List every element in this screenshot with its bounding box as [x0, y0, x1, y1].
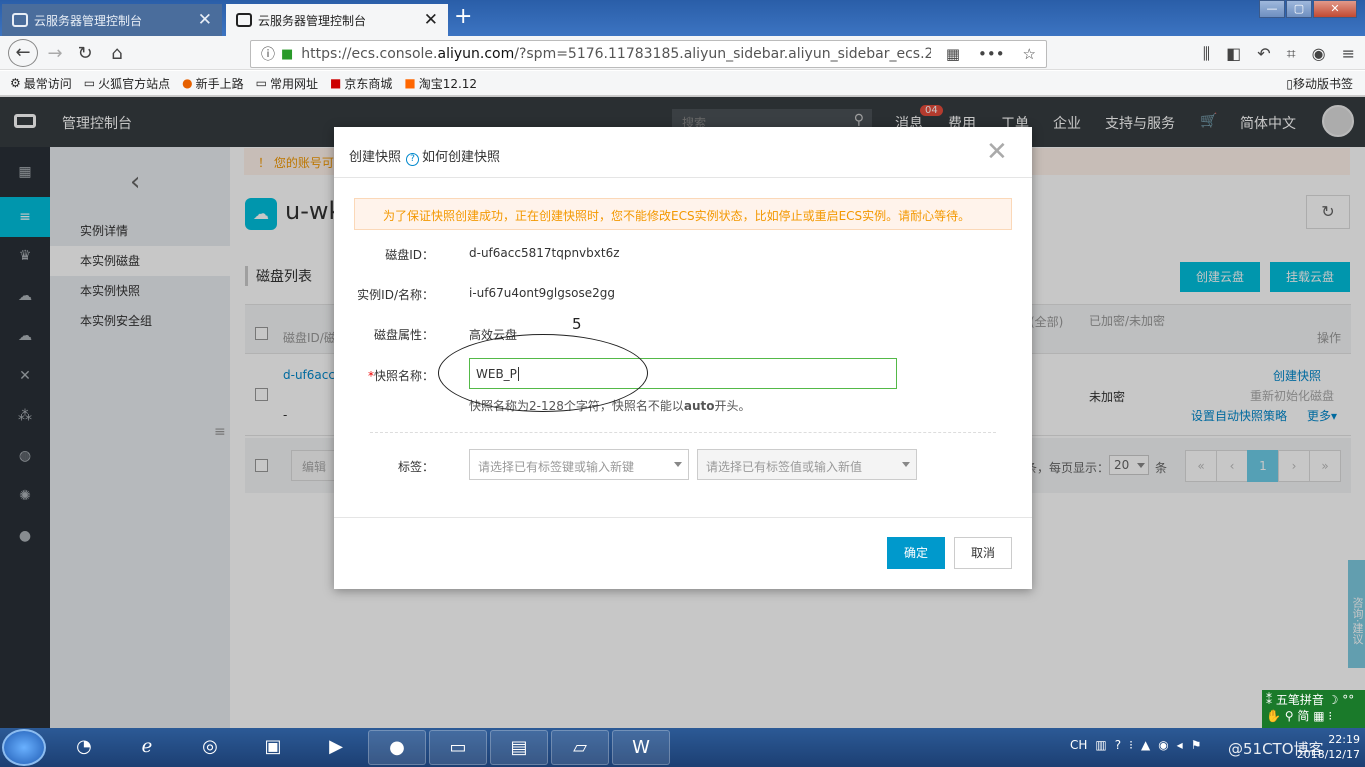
disk-id-value: d-uf6acc5817tqpnvbxt6z [469, 246, 620, 260]
moon-icon: ☽ °° [1323, 693, 1355, 707]
chat-icon[interactable]: ◉ [1312, 44, 1326, 64]
firefox-icon: ● [182, 76, 193, 90]
explorer-folder-icon[interactable]: ▭ [429, 730, 487, 765]
bookmark-item[interactable]: ■ 京东商城 [330, 75, 392, 92]
ime-toggle-icon: ⁑ [1266, 693, 1276, 707]
bookmark-star-icon[interactable]: ☆ [1023, 45, 1036, 63]
new-tab-icon[interactable]: + [454, 4, 472, 29]
gear-icon: ⚙ [10, 76, 21, 90]
crop-icon[interactable]: ⌗ [1287, 44, 1296, 64]
bookmark-item[interactable]: ■ 淘宝12.12 [404, 75, 477, 92]
bookmark-item[interactable]: ▭ 火狐官方站点 [84, 75, 170, 92]
system-tray: CH ▥ ? ⁝ ▲ ◉ ◂ ⚑ [1070, 738, 1201, 752]
chevron-down-icon [674, 462, 682, 467]
tag-value-select[interactable]: 请选择已有标签值或输入新值 [697, 449, 917, 480]
hand-icon: ✋ ⚲ [1266, 709, 1298, 723]
close-tab-icon[interactable]: ✕ [198, 10, 212, 30]
ime-tray-icon[interactable]: ▥ [1095, 738, 1106, 752]
lock-icon: ■ [281, 46, 294, 62]
qr-code-icon[interactable]: ▦ [946, 45, 960, 63]
page-actions-icon[interactable]: ••• [978, 45, 1005, 63]
folder-icon: ▭ [255, 76, 267, 90]
confirm-button[interactable]: 确定 [887, 537, 945, 569]
home-icon[interactable]: ⌂ [104, 42, 130, 66]
word-icon[interactable]: W [612, 730, 670, 765]
help-tray-icon[interactable]: ? [1115, 738, 1121, 752]
sidebar-icon[interactable]: ◧ [1226, 44, 1241, 64]
phone-icon: ▯ [1286, 77, 1293, 91]
close-tab-icon[interactable]: ✕ [424, 10, 438, 30]
minimize-icon[interactable]: — [1259, 0, 1285, 18]
notepad-icon[interactable]: ▱ [551, 730, 609, 765]
maximize-icon[interactable]: ▢ [1286, 0, 1312, 18]
annotation-ellipse [438, 334, 648, 412]
bookmark-item[interactable]: ⚙ 最常访问 [10, 75, 72, 92]
tray-options-icon[interactable]: ⁝ [1129, 738, 1133, 752]
annotation-number: 5 [572, 315, 582, 333]
tab-title: 云服务器管理控制台 [258, 13, 367, 28]
browser-tab-bar: 云服务器管理控制台 ✕ 云服务器管理控制台 ✕ + — ▢ ✕ [0, 0, 1365, 36]
back-arrow-icon[interactable]: ← [8, 39, 38, 67]
cancel-button[interactable]: 取消 [954, 537, 1012, 569]
toolbar-right: ⫼ ◧ ↶ ⌗ ◉ ≡ [1203, 44, 1355, 64]
instance-value: i-uf67u4ont9glgsose2gg [469, 286, 615, 300]
windows-start-icon[interactable] [2, 729, 46, 766]
ime-toolbar[interactable]: ⁑ 五笔拼音 ☽ °° ✋ ⚲ 简 ▦ ⁝ [1262, 690, 1365, 728]
aliyun-favicon-icon [236, 13, 252, 27]
watermark: @51CTO博客 [1228, 740, 1324, 758]
dialog-footer-divider [334, 517, 1032, 518]
browser-360-icon[interactable]: ◎ [181, 730, 239, 765]
jd-icon: ■ [330, 76, 342, 90]
library-icon[interactable]: ⫼ [1203, 44, 1210, 64]
tab-title: 云服务器管理控制台 [34, 13, 143, 28]
forward-arrow-icon[interactable]: → [42, 42, 68, 66]
help-icon[interactable]: ? [406, 153, 420, 166]
window-close-icon[interactable]: ✕ [1313, 0, 1357, 18]
instance-label: 实例ID/名称： [357, 288, 434, 302]
reload-icon[interactable]: ↻ [72, 42, 98, 66]
browser-nav-bar: ← → ↻ ⌂ ⓘ ■ https://ecs.console.aliyun.c… [0, 36, 1365, 70]
window-controls: — ▢ ✕ [1258, 0, 1357, 18]
firefox-taskbar-icon[interactable]: ● [368, 730, 426, 765]
taobao-icon: ■ [404, 76, 416, 90]
network-tray-icon[interactable]: ◉ [1158, 738, 1168, 752]
language-indicator[interactable]: CH [1070, 738, 1087, 752]
app-360-icon[interactable]: ◔ [55, 730, 113, 765]
url-bar[interactable]: ⓘ ■ https://ecs.console.aliyun.com/?spm=… [250, 40, 1047, 68]
iqiyi-icon[interactable]: ▣ [244, 730, 302, 765]
how-to-create-link[interactable]: 如何创建快照 [422, 150, 500, 165]
control-panel-icon[interactable]: ▤ [490, 730, 548, 765]
divider [370, 432, 996, 433]
warning-banner: 为了保证快照创建成功，正在创建快照时，您不能修改ECS实例状态，比如停止或重启E… [354, 198, 1012, 230]
aliyun-favicon-icon [12, 13, 28, 27]
tag-label: 标签： [397, 460, 434, 474]
windows-taskbar: ◔ ℯ ◎ ▣ ▶ ● ▭ ▤ ▱ W CH ▥ ? ⁝ ▲ ◉ ◂ ⚑ 22:… [0, 728, 1365, 767]
show-hidden-icon[interactable]: ▲ [1141, 738, 1150, 752]
bookmark-item[interactable]: ▭ 常用网址 [256, 75, 318, 92]
mobile-bookmarks[interactable]: ▯移动版书签 [1286, 75, 1353, 92]
flag-icon[interactable]: ⚑ [1191, 738, 1202, 752]
info-icon[interactable]: ⓘ [261, 44, 275, 64]
ie-icon[interactable]: ℯ [118, 730, 176, 765]
close-icon[interactable]: ✕ [986, 137, 1008, 167]
ime-tools-icon: ▦ ⁝ [1309, 709, 1333, 723]
undo-icon[interactable]: ↶ [1257, 44, 1270, 64]
disk-attr-label: 磁盘属性： [373, 328, 434, 342]
create-snapshot-dialog: 创建快照? 如何创建快照 ✕ 为了保证快照创建成功，正在创建快照时，您不能修改EC… [334, 127, 1032, 589]
tag-key-select[interactable]: 请选择已有标签键或输入新键 [469, 449, 689, 480]
snapshot-name-label: *快照名称： [367, 369, 434, 383]
folder-icon: ▭ [83, 76, 96, 90]
browser-tab-2[interactable]: 云服务器管理控制台 ✕ [226, 4, 448, 36]
media-player-icon[interactable]: ▶ [307, 730, 365, 765]
dialog-title: 创建快照? 如何创建快照 [349, 150, 501, 166]
volume-icon[interactable]: ◂ [1177, 738, 1183, 752]
chevron-down-icon [902, 462, 910, 467]
disk-id-label: 磁盘ID： [385, 248, 434, 262]
bookmarks-bar: ⚙ 最常访问 ▭ 火狐官方站点 ● 新手上路 ▭ 常用网址 ■ 京东商城 ■ 淘宝12.12… [0, 71, 1365, 96]
url-text: https://ecs.console.aliyun.com/?spm=5176… [301, 46, 932, 62]
menu-icon[interactable]: ≡ [1342, 44, 1355, 64]
browser-tab-1[interactable]: 云服务器管理控制台 ✕ [2, 4, 222, 36]
dialog-header: 创建快照? 如何创建快照 ✕ [334, 127, 1032, 178]
bookmark-item[interactable]: ● 新手上路 [182, 75, 244, 92]
